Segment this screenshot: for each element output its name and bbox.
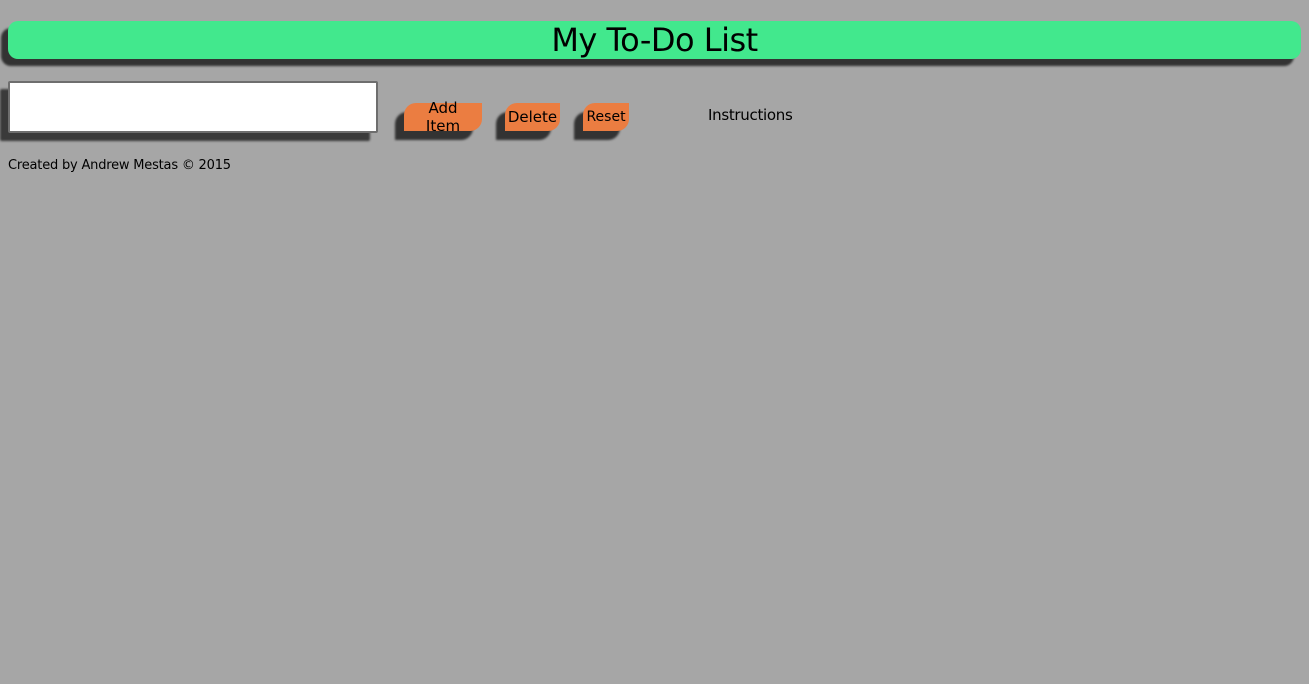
todo-page: My To-Do List Add Item Delete Reset Inst… bbox=[0, 0, 1309, 684]
delete-button[interactable]: Delete bbox=[505, 103, 560, 131]
add-item-button[interactable]: Add Item bbox=[404, 99, 482, 135]
page-header: My To-Do List bbox=[8, 21, 1301, 59]
todo-item-input[interactable] bbox=[8, 81, 378, 133]
reset-button[interactable]: Reset bbox=[583, 103, 629, 131]
instructions-link[interactable]: Instructions bbox=[708, 106, 793, 124]
page-title: My To-Do List bbox=[551, 21, 758, 59]
footer-credit: Created by Andrew Mestas © 2015 bbox=[8, 158, 231, 173]
